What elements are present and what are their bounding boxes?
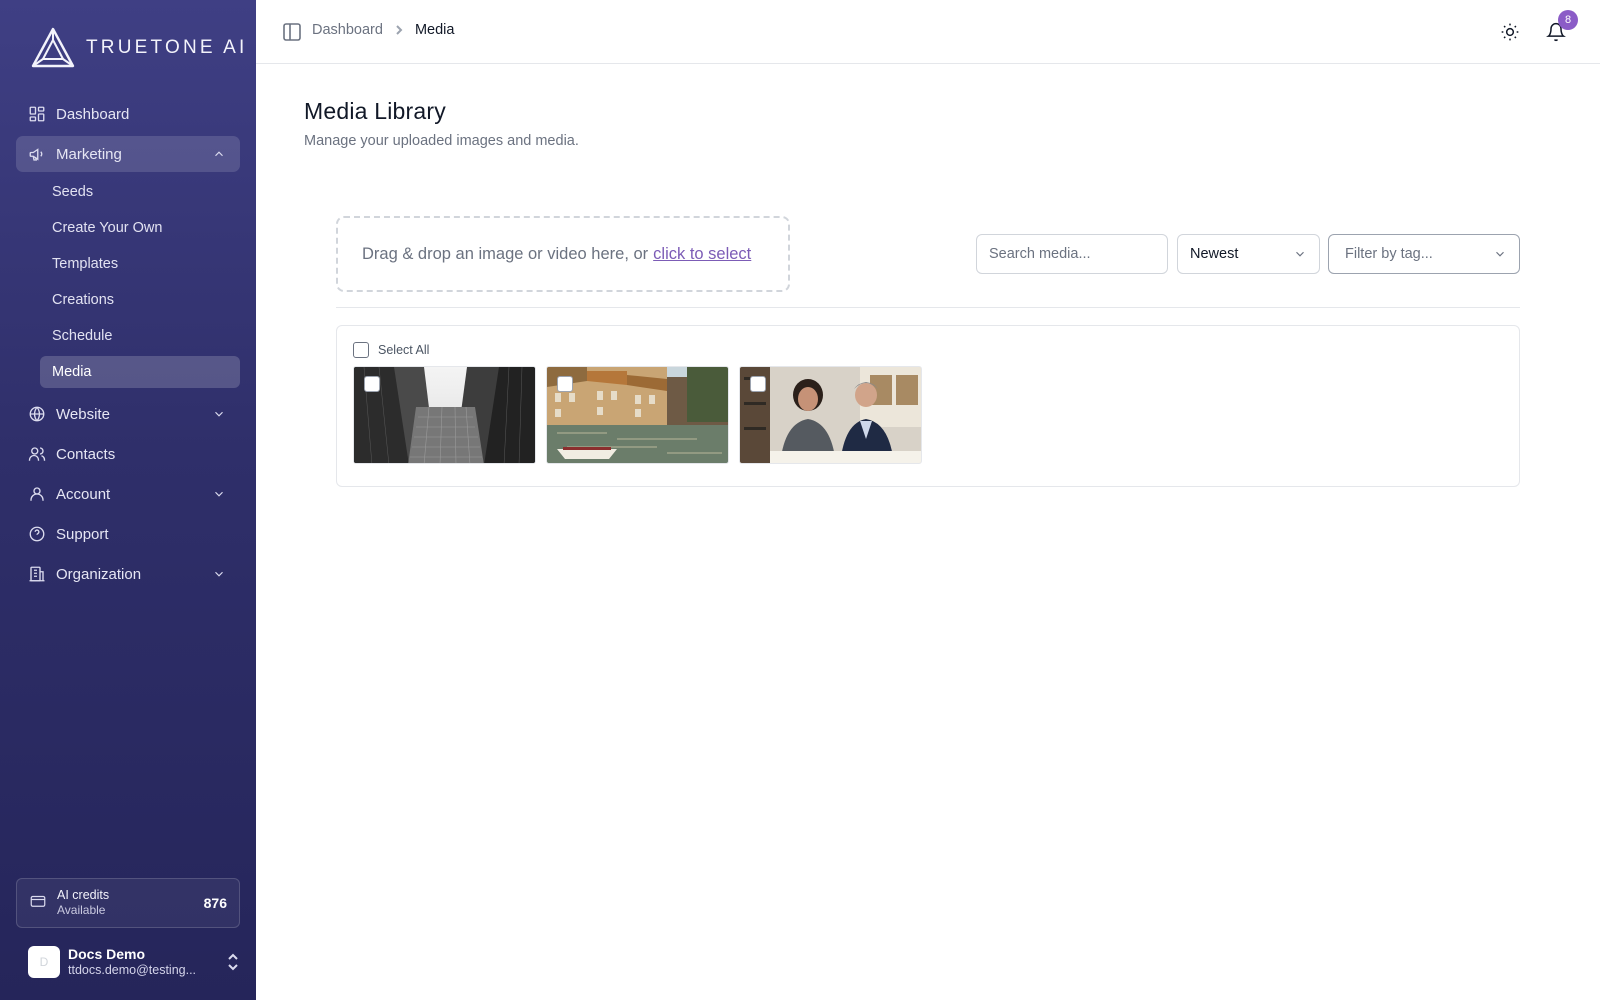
credit-card-icon	[29, 892, 47, 915]
sidebar-item-label: Organization	[56, 565, 142, 583]
sidebar-item-label: Contacts	[56, 445, 116, 463]
sidebar-item-label: Support	[56, 525, 109, 543]
select-all-checkbox[interactable]	[353, 342, 369, 358]
ai-credits-value: 876	[203, 895, 227, 911]
ai-credits-labels: AI credits Available	[57, 888, 109, 918]
sidebar-item-dashboard[interactable]: Dashboard	[16, 96, 240, 132]
truetone-logo-icon	[31, 27, 75, 68]
globe-icon	[28, 405, 46, 423]
sidebar-item-label: Dashboard	[56, 105, 130, 123]
media-item[interactable]	[546, 366, 729, 464]
ai-credits-card[interactable]: AI credits Available 876	[16, 878, 240, 928]
chevron-down-icon	[212, 407, 226, 421]
help-circle-icon	[28, 525, 46, 543]
user-icon	[28, 485, 46, 503]
sidebar: TRUETONE AI Dashboard Marketing Seeds Cr…	[0, 0, 256, 1000]
user-menu[interactable]: D Docs Demo ttdocs.demo@testing...	[28, 943, 240, 981]
sidebar-subitem-seeds[interactable]: Seeds	[40, 176, 240, 208]
select-all-control[interactable]: Select All	[353, 342, 429, 358]
upload-dropzone[interactable]: Drag & drop an image or video here, or c…	[336, 216, 790, 292]
sidebar-subitem-create-your-own[interactable]: Create Your Own	[40, 212, 240, 244]
breadcrumb-current: Media	[414, 22, 455, 38]
user-email: ttdocs.demo@testing...	[68, 963, 197, 977]
media-item[interactable]	[353, 366, 536, 464]
dropzone-text: Drag & drop an image or video here, or	[362, 244, 649, 263]
sort-select-value: Newest	[1190, 246, 1239, 262]
media-thumbnail-meeting	[740, 367, 921, 463]
topbar: Dashboard Media 8	[256, 0, 1600, 64]
sidebar-item-label: Marketing	[56, 145, 122, 163]
media-item-checkbox[interactable]	[364, 376, 380, 392]
megaphone-icon	[28, 145, 46, 163]
chevrons-up-down-icon	[226, 953, 240, 971]
sidebar-item-account[interactable]: Account	[16, 476, 240, 512]
sidebar-subitem-creations[interactable]: Creations	[40, 284, 240, 316]
avatar: D	[28, 946, 60, 978]
sidebar-subitem-media[interactable]: Media	[40, 356, 240, 388]
media-thumbnail-canal	[547, 367, 728, 463]
dashboard-grid-icon	[28, 105, 46, 123]
section-divider	[336, 307, 1520, 308]
chevron-up-icon	[212, 147, 226, 161]
breadcrumb: Dashboard Media	[312, 22, 454, 38]
sidebar-item-support[interactable]: Support	[16, 516, 240, 552]
tag-filter-select[interactable]: Filter by tag...	[1328, 234, 1520, 274]
breadcrumb-dashboard-link[interactable]: Dashboard	[312, 22, 383, 38]
sidebar-subitem-schedule[interactable]: Schedule	[40, 320, 240, 352]
sidebar-subitem-templates[interactable]: Templates	[40, 248, 240, 280]
notification-count-badge: 8	[1558, 10, 1578, 30]
user-name: Docs Demo	[68, 946, 146, 962]
click-to-select-link[interactable]: click to select	[653, 245, 751, 264]
chevron-down-icon	[212, 567, 226, 581]
brand-logo[interactable]: TRUETONE AI	[30, 26, 248, 70]
media-item[interactable]	[739, 366, 922, 464]
media-gallery: Select All	[336, 325, 1520, 487]
sidebar-item-marketing[interactable]: Marketing	[16, 136, 240, 172]
building-icon	[28, 565, 46, 583]
sidebar-item-contacts[interactable]: Contacts	[16, 436, 240, 472]
page-subtitle: Manage your uploaded images and media.	[304, 133, 579, 149]
sidebar-item-website[interactable]: Website	[16, 396, 240, 432]
sun-icon[interactable]	[1500, 22, 1520, 42]
sidebar-item-organization[interactable]: Organization	[16, 556, 240, 592]
media-item-checkbox[interactable]	[750, 376, 766, 392]
chevron-right-icon	[393, 24, 405, 36]
chevron-down-icon	[1293, 247, 1307, 261]
sidebar-item-label: Account	[56, 485, 111, 503]
sort-select[interactable]: Newest	[1177, 234, 1320, 274]
chevron-down-icon	[1493, 247, 1507, 261]
select-all-label: Select All	[378, 343, 430, 357]
sidebar-item-label: Website	[56, 405, 110, 423]
ai-credits-title: AI credits	[57, 888, 110, 902]
page-title: Media Library	[304, 98, 446, 124]
user-names: Docs Demo ttdocs.demo@testing...	[68, 946, 196, 978]
chevron-down-icon	[212, 487, 226, 501]
media-item-checkbox[interactable]	[557, 376, 573, 392]
brand-name: TRUETONE AI	[86, 37, 248, 58]
ai-credits-subtitle: Available	[57, 903, 106, 917]
media-thumbnail-skyscrapers	[354, 367, 535, 463]
users-icon	[28, 445, 46, 463]
tag-filter-placeholder: Filter by tag...	[1345, 246, 1433, 262]
search-input[interactable]	[976, 234, 1168, 274]
sidebar-toggle-icon[interactable]	[282, 22, 302, 42]
